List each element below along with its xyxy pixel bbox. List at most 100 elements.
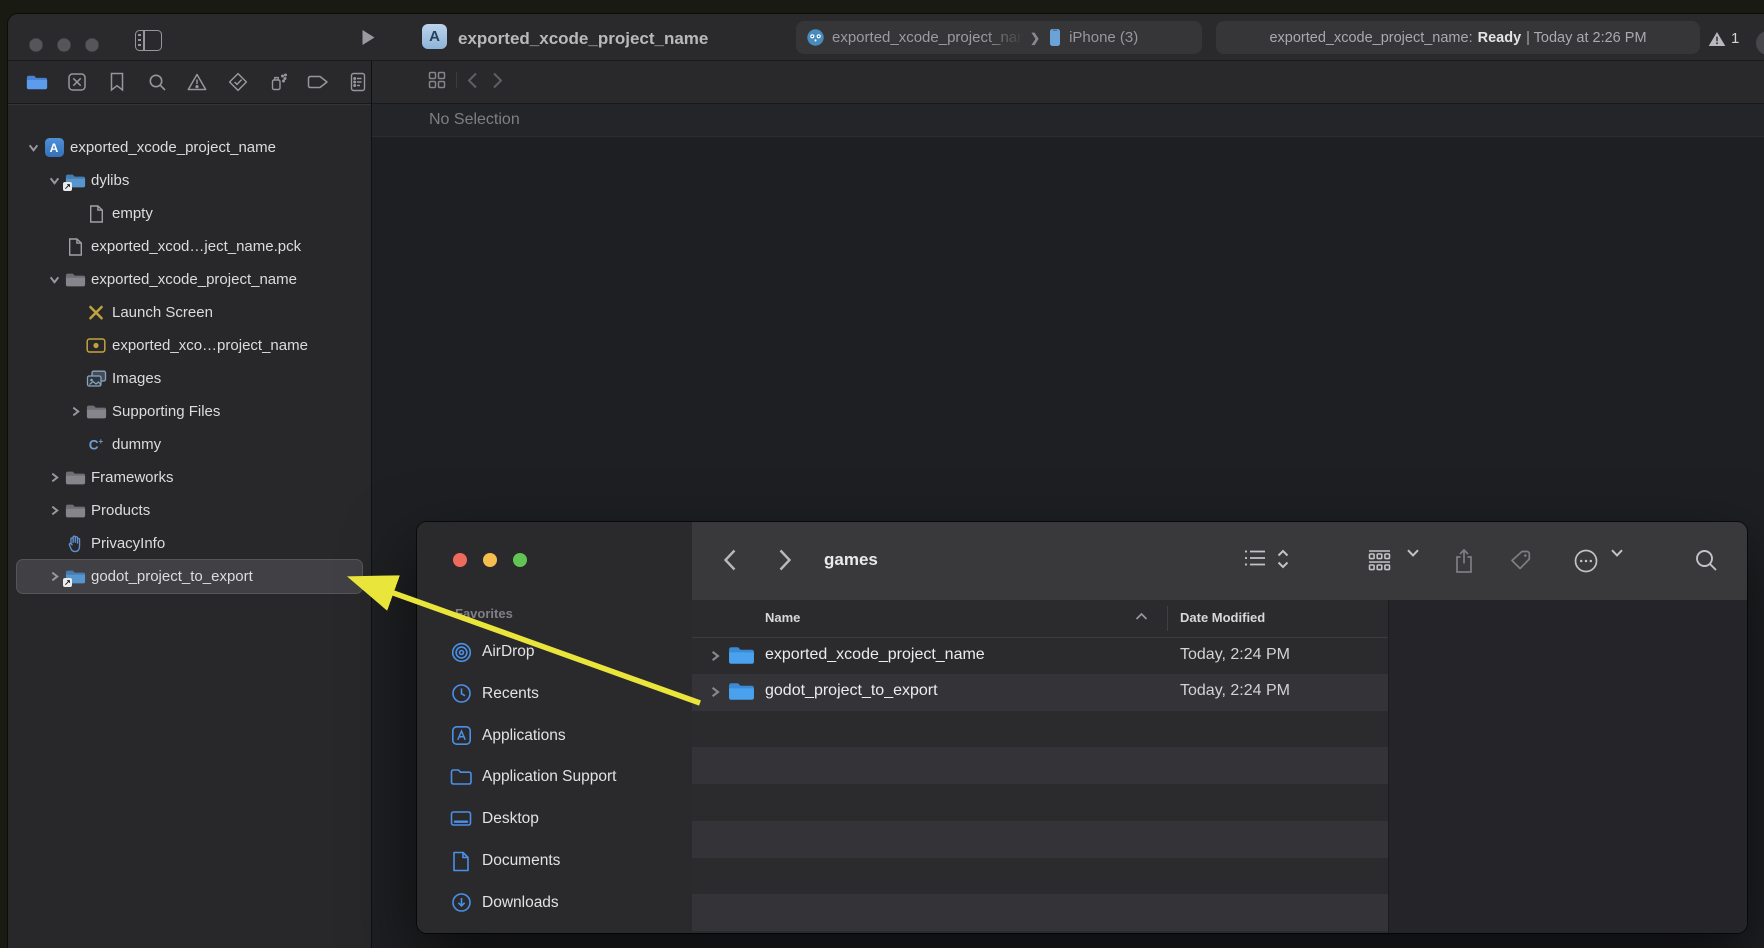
finder-minimize-button[interactable]	[483, 553, 497, 567]
chevron-down-icon[interactable]	[1610, 548, 1624, 558]
sidebar-item-documents[interactable]: Documents	[417, 844, 692, 878]
navigator-tab-breakpoint-navigator[interactable]	[307, 71, 329, 93]
tag-icon[interactable]	[1509, 548, 1533, 572]
tree-item-images[interactable]: Images	[17, 362, 362, 395]
finder-close-button[interactable]	[453, 553, 467, 567]
sidebar-item-application-support[interactable]: Application Support	[417, 760, 692, 794]
share-icon[interactable]	[1453, 548, 1475, 574]
tree-item-exported-xcod-ject-name-pck[interactable]: exported_xcod…ject_name.pck	[17, 230, 362, 263]
airdrop-icon	[450, 642, 472, 663]
sidebar-item-label: Recents	[482, 685, 539, 703]
list-view-icon[interactable]	[1243, 548, 1267, 568]
tree-item-frameworks[interactable]: Frameworks	[17, 461, 362, 494]
tree-item-supporting-files[interactable]: Supporting Files	[17, 395, 362, 428]
issue-navigator-icon	[187, 73, 207, 91]
finder-back-button[interactable]	[723, 548, 737, 572]
warning-count-badge[interactable]: 1	[1708, 30, 1739, 47]
empty-list-stripe	[692, 747, 1388, 784]
disclosure-down-icon[interactable]	[46, 175, 63, 186]
tree-item-launch-screen[interactable]: Launch Screen	[17, 296, 362, 329]
disclosure-right-icon[interactable]	[46, 472, 63, 483]
tree-item-label: PrivacyInfo	[91, 535, 165, 552]
chevron-down-icon[interactable]	[1406, 548, 1420, 558]
disclosure-right-icon[interactable]	[46, 505, 63, 516]
test-navigator-icon	[228, 72, 248, 92]
navigator-tab-find-navigator[interactable]	[146, 71, 168, 93]
sidebar-item-desktop[interactable]: Desktop	[417, 802, 692, 836]
desktop-icon	[450, 810, 472, 829]
sidebar-toggle-icon[interactable]	[135, 30, 162, 51]
tree-item-label: Supporting Files	[112, 403, 220, 420]
sidebar-item-airdrop[interactable]: AirDrop	[417, 635, 692, 669]
tree-item-label: godot_project_to_export	[91, 568, 253, 585]
editor-back-button[interactable]	[467, 72, 478, 89]
navigator-tab-source-control[interactable]	[66, 71, 88, 93]
sidebar-item-applications[interactable]: Applications	[417, 719, 692, 753]
column-divider[interactable]	[1167, 606, 1168, 631]
file-icon	[85, 205, 107, 223]
disclosure-right-icon[interactable]	[709, 650, 721, 662]
sort-chevrons-icon[interactable]	[1276, 548, 1290, 570]
close-window-button[interactable]	[29, 38, 43, 52]
navigator-tab-debug-navigator[interactable]	[267, 71, 289, 93]
tree-item-label: dylibs	[91, 172, 129, 189]
tree-item-label: exported_xco…project_name	[112, 337, 308, 354]
debug-navigator-icon	[268, 72, 288, 92]
column-header-name[interactable]: Name	[765, 610, 800, 625]
group-view-icon[interactable]	[1367, 548, 1392, 572]
search-icon[interactable]	[1694, 548, 1719, 573]
sidebar-editor-divider[interactable]	[371, 61, 372, 948]
scheme-name[interactable]: exported_xcode_project_nam	[832, 29, 1028, 46]
zoom-window-button[interactable]	[85, 38, 99, 52]
navigator-tab-project-navigator-folder[interactable]	[26, 71, 48, 93]
disclosure-right-icon[interactable]	[46, 571, 63, 582]
documents-icon	[450, 851, 472, 872]
file-row-godot-project-to-export[interactable]: godot_project_to_exportToday, 2:24 PM	[692, 674, 1388, 711]
editor-jump-bar	[428, 71, 503, 89]
finder-zoom-button[interactable]	[513, 553, 527, 567]
run-destination[interactable]: iPhone (3)	[1069, 29, 1138, 46]
sidebar-item-recents[interactable]: Recents	[417, 677, 692, 711]
navigator-tab-issue-navigator[interactable]	[186, 71, 208, 93]
column-header-date-modified[interactable]: Date Modified	[1180, 610, 1265, 625]
activity-status-bar[interactable]: exported_xcode_project_name: Ready | Tod…	[1216, 21, 1700, 54]
disclosure-right-icon[interactable]	[709, 686, 721, 698]
finder-forward-button[interactable]	[778, 548, 792, 572]
sidebar-item-downloads[interactable]: Downloads	[417, 886, 692, 920]
tree-item-products[interactable]: Products	[17, 494, 362, 527]
bookmark-navigator-icon	[109, 72, 125, 92]
tree-item-exported-xcode-project-name[interactable]: exported_xcode_project_name	[17, 263, 362, 296]
tree-item-label: empty	[112, 205, 153, 222]
tree-item-privacyinfo[interactable]: PrivacyInfo	[17, 527, 362, 560]
disclosure-down-icon[interactable]	[25, 142, 42, 153]
file-row-exported-xcode-project-name[interactable]: exported_xcode_project_nameToday, 2:24 P…	[692, 638, 1388, 675]
navigator-tab-test-navigator[interactable]	[227, 71, 249, 93]
app-screen-icon	[85, 337, 107, 354]
finder-folder-icon	[728, 681, 755, 702]
folder-icon	[64, 272, 86, 288]
empty-list-stripe	[692, 711, 1388, 748]
privacy-hand-icon	[64, 534, 86, 553]
status-state: Ready	[1478, 30, 1522, 46]
tree-item-label: exported_xcode_project_name	[70, 139, 276, 156]
divider	[456, 72, 457, 88]
minimize-window-button[interactable]	[57, 38, 71, 52]
tree-item-dummy[interactable]: C+dummy	[17, 428, 362, 461]
tree-item-godot-project-to-export[interactable]: ↗godot_project_to_export	[17, 560, 362, 593]
scheme-device-selector[interactable]: exported_xcode_project_nam ❯ iPhone (3)	[796, 21, 1202, 54]
sidebar-item-label: AirDrop	[482, 643, 535, 661]
tree-item-dylibs[interactable]: ↗dylibs	[17, 164, 362, 197]
tree-item-exported-xcode-project-name[interactable]: Aexported_xcode_project_name	[17, 131, 362, 164]
navigator-tab-report-navigator[interactable]	[347, 71, 369, 93]
more-actions-icon[interactable]	[1573, 548, 1599, 574]
disclosure-down-icon[interactable]	[46, 274, 63, 285]
related-items-icon[interactable]	[428, 71, 446, 89]
app-support-folder-icon	[450, 768, 472, 786]
tree-item-empty[interactable]: empty	[17, 197, 362, 230]
xcode-project-tree: Aexported_xcode_project_name↗dylibs empty…	[8, 131, 371, 593]
run-button[interactable]	[361, 29, 376, 46]
disclosure-right-icon[interactable]	[67, 406, 84, 417]
navigator-tab-bookmark-navigator[interactable]	[106, 71, 128, 93]
tree-item-exported-xco-project-name[interactable]: exported_xco…project_name	[17, 329, 362, 362]
editor-forward-button[interactable]	[492, 72, 503, 89]
